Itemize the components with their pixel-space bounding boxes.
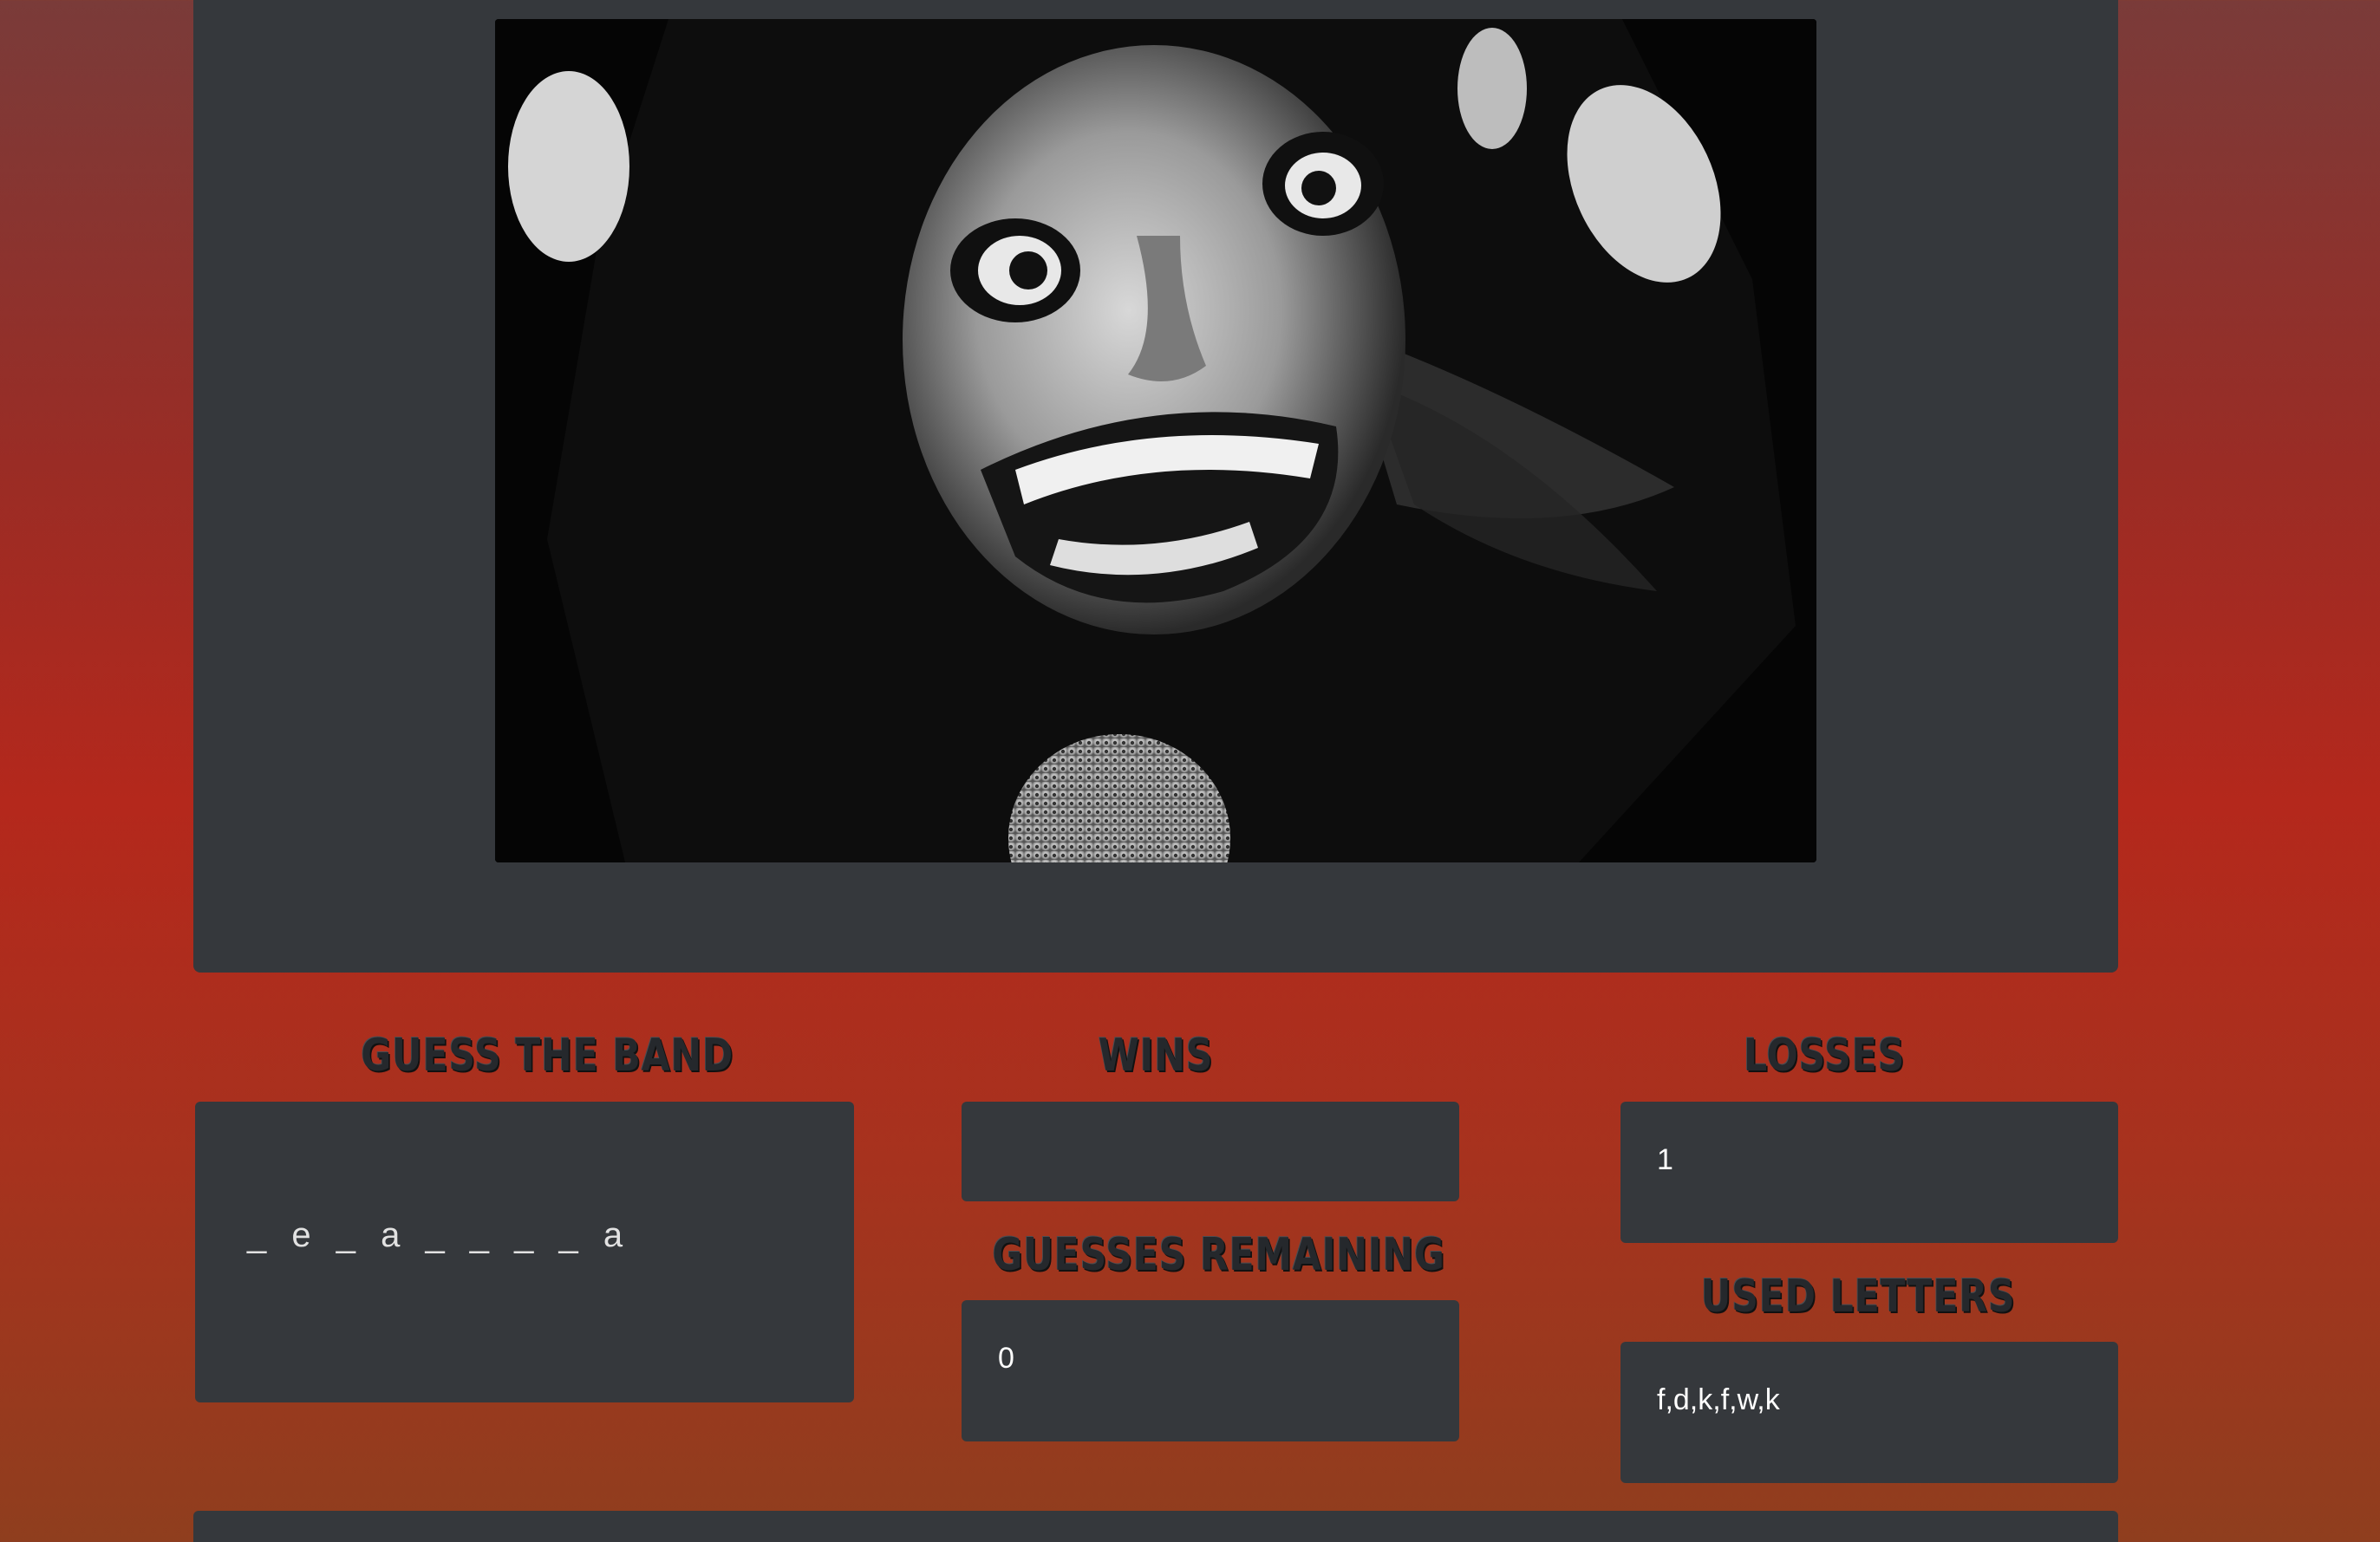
used-letters-box: f,d,k,f,w,k bbox=[1620, 1342, 2118, 1483]
guesses-remaining-value: 0 bbox=[998, 1342, 1014, 1375]
band-word: _ e _ a _ _ _ _ a bbox=[247, 1216, 629, 1254]
footer-bar bbox=[193, 1511, 2118, 1542]
losses-box: 1 bbox=[1620, 1102, 2118, 1243]
losses-value: 1 bbox=[1657, 1143, 1673, 1176]
wins-box bbox=[962, 1102, 1459, 1201]
singer-image bbox=[495, 19, 1816, 862]
guess-the-band-heading: GUESS THE BAND bbox=[361, 1030, 734, 1082]
guesses-remaining-box: 0 bbox=[962, 1300, 1459, 1441]
band-photo bbox=[495, 19, 1816, 862]
band-word-box: _ e _ a _ _ _ _ a bbox=[195, 1102, 854, 1402]
used-letters-heading: USED LETTERS bbox=[1700, 1271, 2016, 1323]
guesses-remaining-heading: GUESSES REMAINING bbox=[992, 1229, 1445, 1281]
hero-panel bbox=[193, 0, 2118, 973]
losses-heading: LOSSES bbox=[1744, 1030, 1906, 1082]
used-letters-value: f,d,k,f,w,k bbox=[1657, 1383, 1780, 1416]
wins-heading: WINS bbox=[1098, 1030, 1214, 1082]
